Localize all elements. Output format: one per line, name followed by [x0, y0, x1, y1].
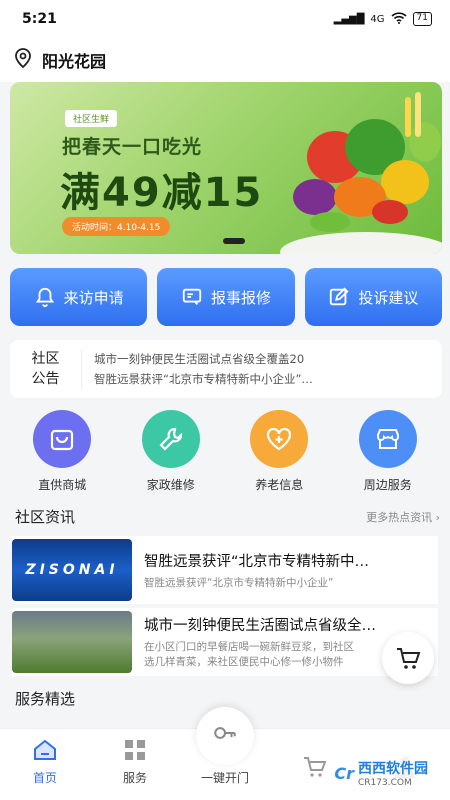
featured-section-title: 服务精选 — [15, 690, 76, 708]
notice-label-line2: 公告 — [31, 371, 60, 387]
tab-open-door[interactable]: 一键开门 — [185, 707, 265, 786]
complaint-label: 投诉建议 — [358, 288, 419, 307]
service-home-repair[interactable]: 家政维修 — [121, 410, 221, 493]
bag-icon — [33, 410, 92, 468]
site-watermark: Cr 西西软件园 CR173.COM — [326, 754, 436, 792]
promo-banner[interactable]: 社区生鲜 把春天一口吃光 满49减15 活动时间：4.10-4.15 — [10, 82, 442, 254]
watermark-logo: Cr — [334, 763, 354, 783]
thumbnail-logo-text: ZISONAI — [25, 562, 119, 578]
more-news-link[interactable]: 更多热点资讯 › — [366, 509, 440, 525]
signal-icon: ▂▄▆█ — [333, 13, 365, 25]
wrench-icon — [141, 410, 200, 468]
report-repair-button[interactable]: 报事报修 — [157, 268, 295, 326]
service-nearby[interactable]: 周边服务 — [338, 410, 438, 493]
community-notice[interactable]: 社区 公告 城市一刻钟便民生活圈试点省级全覆盖20 智胜远景获评“北京市专精特新… — [10, 340, 442, 398]
chevron-right-icon: › — [435, 510, 440, 524]
home-icon — [34, 739, 56, 760]
news-headline: 城市一刻钟便民生活圈试点省级全… — [144, 618, 376, 634]
bell-icon — [35, 287, 54, 308]
header: 阳光花园 — [0, 38, 450, 82]
banner-date: 活动时间：4.10-4.15 — [62, 217, 171, 236]
complaint-button[interactable]: 投诉建议 — [304, 268, 442, 326]
banner-tag: 社区生鲜 — [65, 110, 118, 127]
watermark-name: 西西软件园 — [358, 761, 428, 777]
key-icon — [214, 727, 236, 739]
status-time: 5:21 — [22, 11, 57, 27]
battery-icon: 71 — [412, 12, 432, 26]
wifi-icon — [390, 11, 407, 27]
news-thumbnail — [12, 611, 132, 673]
visit-request-button[interactable]: 来访申请 — [10, 268, 148, 326]
vegetables-illustration — [293, 92, 441, 232]
status-bar: 5:21 ▂▄▆█ 4G 71 — [0, 0, 450, 38]
cart-icon — [397, 648, 421, 669]
community-name[interactable]: 阳光花园 — [42, 48, 106, 72]
notice-label: 社区 公告 — [10, 349, 82, 389]
news-summary: 智胜远景获评“北京市专精特新中小企业” — [144, 576, 334, 589]
news-thumbnail: ZISONAI — [12, 539, 132, 601]
news-item[interactable]: 城市一刻钟便民生活圈试点省级全… 在小区门口的早餐店喝一碗新鲜豆浆，到社区 选几… — [12, 608, 438, 676]
report-icon — [182, 288, 202, 305]
grid-icon — [125, 740, 145, 760]
carousel-indicator[interactable] — [223, 238, 245, 244]
tab-label: 服务 — [122, 771, 147, 785]
service-direct-mall[interactable]: 直供商城 — [12, 410, 112, 493]
report-repair-label: 报事报修 — [210, 288, 271, 307]
service-grid: 直供商城 家政维修 养老信息 周边服务 — [0, 410, 450, 493]
store-icon — [358, 410, 417, 468]
service-elderly-care[interactable]: 养老信息 — [229, 410, 329, 493]
notice-item[interactable]: 城市一刻钟便民生活圈试点省级全覆盖20 — [94, 349, 442, 369]
location-pin-icon[interactable] — [14, 48, 32, 72]
cart-icon — [304, 757, 327, 777]
notice-list: 城市一刻钟便民生活圈试点省级全覆盖20 智胜远景获评“北京市专精特新中小企业”… — [82, 349, 442, 389]
notice-item[interactable]: 智胜远景获评“北京市专精特新中小企业”… — [94, 369, 442, 389]
tab-services[interactable]: 服务 — [95, 737, 175, 786]
heart-icon — [250, 410, 309, 468]
news-header: 社区资讯 更多热点资讯 › — [15, 506, 440, 527]
banner-subtitle: 把春天一口吃光 — [62, 136, 203, 158]
service-label: 养老信息 — [255, 478, 304, 492]
watermark-url: CR173.COM — [358, 778, 412, 788]
service-label: 周边服务 — [363, 478, 412, 492]
news-section-title: 社区资讯 — [15, 508, 76, 526]
tab-home[interactable]: 首页 — [5, 737, 85, 786]
service-label: 直供商城 — [38, 478, 87, 492]
network-label: 4G — [370, 13, 385, 25]
service-label: 家政维修 — [146, 478, 195, 492]
key-button[interactable] — [196, 707, 254, 765]
status-icons: ▂▄▆█ 4G 71 — [333, 11, 432, 27]
tab-label: 首页 — [32, 771, 57, 785]
news-headline: 智胜远景获评“北京市专精特新中… — [144, 553, 370, 570]
visit-request-label: 来访申请 — [63, 288, 124, 307]
floating-cart-button[interactable] — [382, 632, 434, 684]
news-item[interactable]: ZISONAI 智胜远景获评“北京市专精特新中… 智胜远景获评“北京市专精特新中… — [12, 536, 438, 604]
tab-label: 一键开门 — [200, 771, 249, 785]
edit-icon — [330, 287, 349, 306]
more-news-label: 更多热点资讯 — [366, 510, 433, 524]
banner-headline: 满49减15 — [60, 170, 264, 216]
quick-actions: 来访申请 报事报修 投诉建议 — [10, 268, 442, 326]
notice-label-line1: 社区 — [31, 351, 60, 367]
